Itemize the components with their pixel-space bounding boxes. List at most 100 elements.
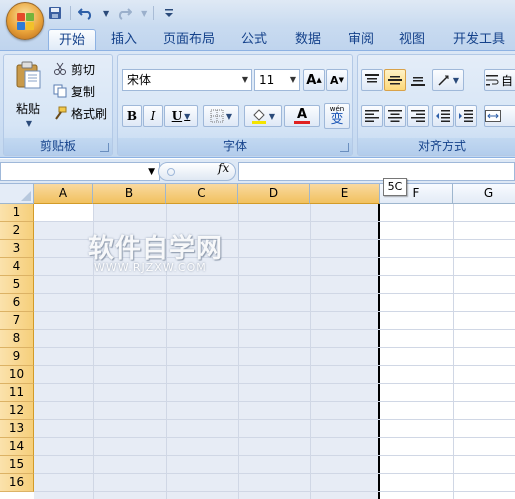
align-center-button[interactable] [384,105,406,127]
save-icon[interactable] [46,4,64,22]
font-color-bar [294,121,310,124]
align-right-button[interactable] [407,105,429,127]
merge-center-button[interactable] [484,105,515,127]
row-header-5[interactable]: 5 [0,276,34,294]
redo-dropdown-icon[interactable]: ▼ [141,9,147,18]
align-right-icon [411,110,425,122]
wrap-text-button[interactable]: 自 [484,69,515,91]
tab-developer[interactable]: 开发工具 [449,29,509,51]
column-width-tooltip: 5C [383,178,407,196]
font-color-button[interactable]: A [284,105,320,127]
active-cell[interactable] [34,204,93,222]
row-header-2[interactable]: 2 [0,222,34,240]
clipboard-launcher-icon[interactable] [100,143,109,152]
increase-indent-button[interactable] [455,105,477,127]
bold-button[interactable]: B [122,105,142,127]
italic-label: I [150,109,156,123]
resize-handle-icon [167,168,175,176]
cut-button[interactable]: 剪切 [52,60,110,78]
align-middle-button[interactable] [384,69,406,91]
tab-page-layout[interactable]: 页面布局 [157,29,221,51]
align-bottom-button[interactable] [407,69,429,91]
underline-button[interactable]: U ▼ [164,105,198,127]
fill-color-button[interactable]: ▼ [244,105,282,127]
tab-insert[interactable]: 插入 [104,29,144,51]
format-painter-icon [55,106,67,120]
bold-label: B [126,109,138,123]
row-header-15[interactable]: 15 [0,456,34,474]
column-header-c[interactable]: C [166,184,238,204]
formula-input[interactable] [238,162,515,181]
select-all-button[interactable] [0,184,34,204]
gridline [34,455,515,456]
ribbon-tabs: 开始 插入 页面布局 公式 数据 审阅 视图 开发工具 [0,26,515,51]
row-header-16[interactable]: 16 [0,474,34,492]
copy-button[interactable]: 复制 [52,82,110,100]
tab-data[interactable]: 数据 [290,29,326,51]
row-header-14[interactable]: 14 [0,438,34,456]
undo-dropdown-icon[interactable]: ▼ [103,9,109,18]
row-header-3[interactable]: 3 [0,240,34,258]
align-top-button[interactable] [361,69,383,91]
gridline [34,257,515,258]
borders-icon [210,109,224,123]
align-bottom-icon [411,77,425,86]
tab-view[interactable]: 视图 [394,29,430,51]
fill-bucket-icon [251,109,266,124]
shrink-font-button[interactable]: A ▼ [326,69,348,91]
font-launcher-icon[interactable] [340,143,349,152]
orientation-icon [438,75,449,86]
scissors-icon [54,62,66,75]
row-header-11[interactable]: 11 [0,384,34,402]
customize-icon[interactable] [160,4,178,22]
row-header-8[interactable]: 8 [0,330,34,348]
name-box[interactable]: ▼ [0,162,160,181]
font-size-combo[interactable]: 11 ▼ [254,69,300,91]
wrap-text-label: 自 [501,73,514,88]
paste-label: 粘贴 [15,102,40,116]
title-bar: ▼ ▼ [0,0,515,26]
cells-area[interactable] [34,204,515,499]
grow-font-button[interactable]: A ▲ [303,69,325,91]
quick-access-toolbar: ▼ ▼ [46,3,178,23]
font-name-value: 宋体 [127,73,152,87]
tab-home[interactable]: 开始 [48,29,96,51]
paste-button[interactable]: 粘贴 ▼ [8,59,48,131]
italic-button[interactable]: I [143,105,163,127]
office-button[interactable] [6,2,44,40]
row-header-7[interactable]: 7 [0,312,34,330]
column-header-d[interactable]: D [238,184,310,204]
font-size-dropdown-icon[interactable]: ▼ [290,70,296,90]
undo-icon[interactable] [77,4,95,22]
underline-label: U [171,109,183,123]
row-header-1[interactable]: 1 [0,204,34,222]
tab-review[interactable]: 审阅 [343,29,379,51]
column-header-b[interactable]: B [93,184,166,204]
row-header-13[interactable]: 13 [0,420,34,438]
font-name-combo[interactable]: 宋体 ▼ [122,69,252,91]
format-painter-button[interactable]: 格式刷 [52,104,110,122]
tab-formulas[interactable]: 公式 [236,29,272,51]
row-header-10[interactable]: 10 [0,366,34,384]
format-painter-label: 格式刷 [71,106,108,121]
name-box-dropdown-icon[interactable]: ▼ [148,167,155,177]
paste-icon [16,61,41,89]
redo-icon[interactable] [115,4,133,22]
column-header-g[interactable]: G [453,184,515,204]
borders-button[interactable]: ▼ [203,105,239,127]
phonetic-guide-button[interactable]: wén 变 [324,103,350,129]
decrease-indent-icon [436,110,450,122]
insert-function-icon[interactable]: fx [218,161,229,175]
align-middle-icon [388,76,402,85]
column-header-a[interactable]: A [34,184,93,204]
row-header-12[interactable]: 12 [0,402,34,420]
row-header-4[interactable]: 4 [0,258,34,276]
column-header-e[interactable]: E [310,184,380,204]
row-header-6[interactable]: 6 [0,294,34,312]
row-header-9[interactable]: 9 [0,348,34,366]
decrease-indent-button[interactable] [432,105,454,127]
font-name-dropdown-icon[interactable]: ▼ [242,70,248,90]
align-left-button[interactable] [361,105,383,127]
worksheet-grid[interactable]: A B C D E F G 1 2 3 4 5 6 7 8 9 10 11 12 13 14 15 16 [0,184,515,499]
orientation-button[interactable]: ▼ [432,69,464,91]
